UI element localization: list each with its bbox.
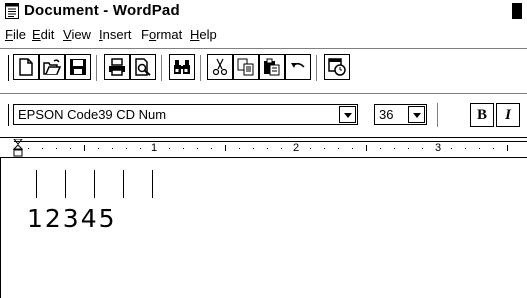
find-icon: [174, 60, 190, 74]
ruler-tick: [366, 145, 367, 151]
font-name-dropdown-icon[interactable]: [339, 106, 356, 123]
barcode-bar: [65, 170, 66, 198]
new-button[interactable]: [13, 54, 39, 80]
ruler-dot: [140, 148, 141, 149]
ruler-dot: [183, 148, 184, 149]
menu-help[interactable]: Help: [190, 27, 217, 42]
formatbar-grip: [8, 104, 9, 126]
ruler-dot: [42, 148, 43, 149]
menu-file[interactable]: File: [5, 27, 26, 42]
print-preview-button[interactable]: [130, 54, 156, 80]
font-name-value: EPSON Code39 CD Num: [18, 107, 167, 122]
title-bar: Document - WordPad: [0, 0, 527, 23]
cut-icon: [212, 58, 228, 76]
ruler-dot: [451, 148, 452, 149]
bold-button[interactable]: B: [470, 103, 494, 127]
ruler-dot: [394, 148, 395, 149]
ruler-dot: [465, 148, 466, 149]
barcode-bar: [123, 170, 124, 198]
toolbar-separator-line: [0, 93, 527, 94]
barcode-bar: [94, 170, 95, 198]
ruler-number: 3: [435, 142, 442, 154]
window-title: Document - WordPad: [24, 2, 180, 19]
print-button[interactable]: [104, 54, 130, 80]
toolbar-separator: [96, 55, 97, 81]
menu-separator: [0, 48, 527, 49]
wordpad-document-icon: [5, 3, 19, 19]
barcode-digits: 12345: [27, 204, 117, 233]
toolbar-separator: [161, 55, 162, 81]
standard-toolbar: [0, 50, 527, 92]
ruler-dot: [267, 148, 268, 149]
cut-button[interactable]: [207, 54, 233, 80]
menu-view[interactable]: View: [63, 27, 91, 42]
barcode-bar: [152, 170, 153, 198]
paste-icon: [264, 58, 280, 76]
undo-icon: [291, 63, 305, 68]
copy-icon: [237, 58, 254, 76]
find-button[interactable]: [169, 54, 195, 80]
ruler: 1 2 3: [0, 137, 527, 158]
document-editor[interactable]: 12345: [0, 158, 527, 298]
ruler-dot: [479, 148, 480, 149]
undo-button[interactable]: [285, 54, 311, 80]
copy-button[interactable]: [233, 54, 259, 80]
ruler-dot: [422, 148, 423, 149]
open-icon: [43, 59, 61, 75]
save-button[interactable]: [65, 54, 91, 80]
barcode-bar: [36, 170, 37, 198]
paste-button[interactable]: [259, 54, 285, 80]
ruler-dot: [324, 148, 325, 149]
save-icon: [70, 59, 86, 75]
ruler-dot: [56, 148, 57, 149]
new-icon: [19, 58, 33, 76]
font-size-dropdown-icon[interactable]: [408, 106, 425, 123]
toolbar-separator: [316, 55, 317, 81]
ruler-dot: [239, 148, 240, 149]
ruler-dot: [408, 148, 409, 149]
ruler-dot: [126, 148, 127, 149]
ruler-dot: [493, 148, 494, 149]
ruler-dot: [112, 148, 113, 149]
ruler-dot: [211, 148, 212, 149]
font-size-combo[interactable]: 36: [374, 104, 427, 125]
ruler-dot: [98, 148, 99, 149]
font-name-combo[interactable]: EPSON Code39 CD Num: [13, 104, 358, 125]
toolbar-grip: [8, 55, 9, 81]
barcode-text[interactable]: 12345: [17, 170, 177, 242]
ruler-dot: [197, 148, 198, 149]
ruler-number: 1: [151, 142, 158, 154]
italic-button[interactable]: I: [496, 103, 520, 127]
menu-format[interactable]: Format: [141, 27, 182, 42]
ruler-dot: [338, 148, 339, 149]
insert-date-button[interactable]: [324, 54, 350, 80]
font-size-value: 36: [379, 107, 394, 122]
open-button[interactable]: [39, 54, 65, 80]
ruler-dot: [352, 148, 353, 149]
menu-bar: File Edit View Insert Format Help: [0, 23, 527, 47]
toolbar-separator: [437, 103, 438, 127]
ruler-dot: [310, 148, 311, 149]
menu-edit[interactable]: Edit: [32, 27, 54, 42]
ruler-scale: 1 2 3: [14, 141, 527, 154]
ruler-tick: [507, 145, 508, 151]
toolbar-separator: [200, 55, 201, 81]
ruler-dot: [380, 148, 381, 149]
ruler-dot: [169, 148, 170, 149]
ruler-tick: [225, 145, 226, 151]
title-bar-button-edge[interactable]: [512, 3, 522, 19]
ruler-dot: [70, 148, 71, 149]
ruler-dot: [281, 148, 282, 149]
ruler-number: 2: [293, 142, 300, 154]
menu-insert[interactable]: Insert: [99, 27, 132, 42]
insert-date-icon: [328, 58, 346, 76]
format-toolbar: EPSON Code39 CD Num 36 B I: [0, 96, 527, 134]
print-icon: [109, 58, 125, 76]
ruler-tick: [84, 145, 85, 151]
ruler-dot: [253, 148, 254, 149]
ruler-dot: [28, 148, 29, 149]
print-preview-icon: [135, 58, 151, 76]
